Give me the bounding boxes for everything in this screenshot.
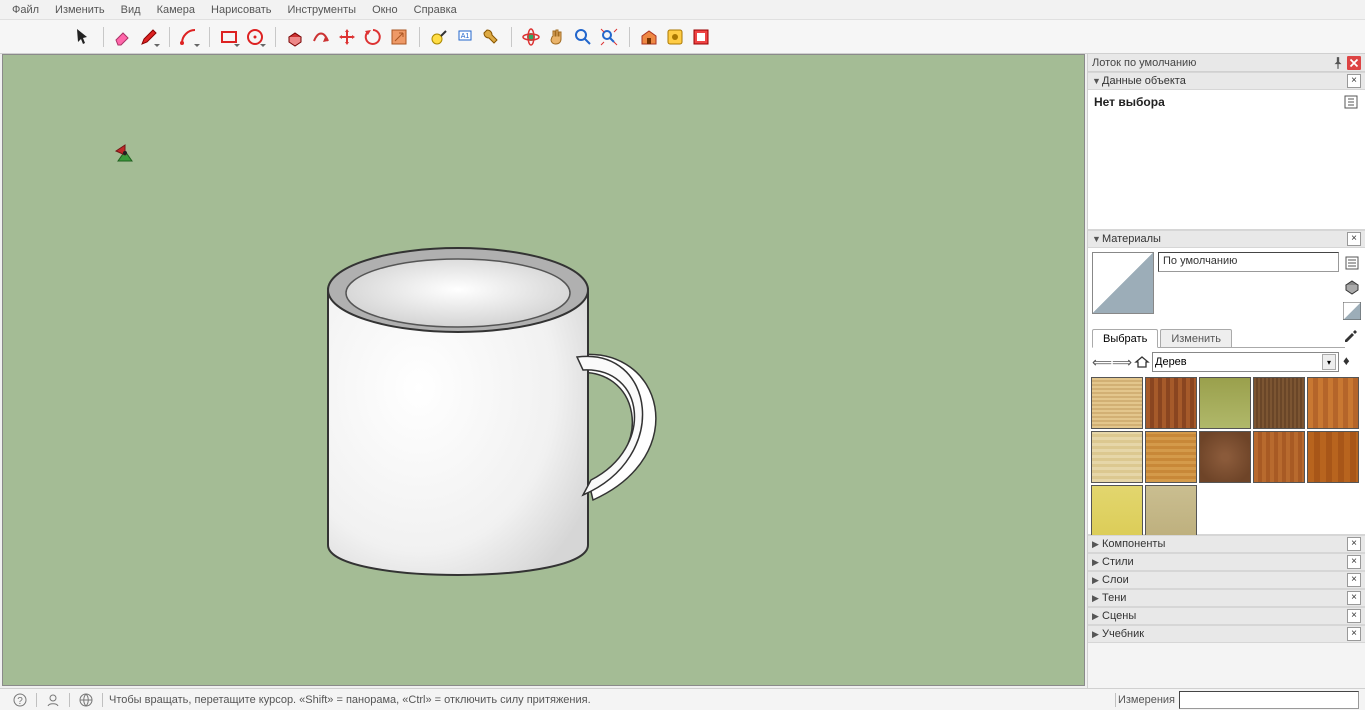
panel-close-icon[interactable]: × (1347, 573, 1361, 587)
menu-Камера[interactable]: Камера (149, 2, 203, 18)
panel-close-icon[interactable]: × (1347, 537, 1361, 551)
materials-tab-edit[interactable]: Изменить (1160, 329, 1232, 348)
pan-tool[interactable] (545, 25, 569, 49)
svg-text:A1: A1 (461, 33, 470, 40)
material-current-swatch[interactable] (1092, 252, 1154, 314)
extensions-tool[interactable] (663, 25, 687, 49)
material-thumb-3[interactable] (1199, 377, 1251, 429)
scale-tool[interactable] (387, 25, 411, 49)
orbit-tool[interactable] (519, 25, 543, 49)
materials-details-icon[interactable]: ♦ (1343, 353, 1361, 371)
materials-home-icon[interactable] (1132, 352, 1152, 372)
zoom-tool[interactable] (571, 25, 595, 49)
panel-close-icon[interactable]: × (1347, 232, 1361, 246)
menu-Файл[interactable]: Файл (4, 2, 47, 18)
panel-close-icon[interactable]: × (1347, 74, 1361, 88)
rotate-tool[interactable] (361, 25, 385, 49)
layout-tool[interactable] (689, 25, 713, 49)
status-hint-text: Чтобы вращать, перетащите курсор. «Shift… (109, 694, 591, 706)
combo-arrow-icon[interactable]: ▾ (1322, 354, 1336, 370)
material-thumb-10[interactable] (1307, 431, 1359, 483)
tray-pin-icon[interactable] (1331, 56, 1345, 70)
panel-Сцены-header[interactable]: ▶Сцены× (1088, 607, 1365, 625)
panel-Учебник-header[interactable]: ▶Учебник× (1088, 625, 1365, 643)
material-thumb-8[interactable] (1199, 431, 1251, 483)
panel-materials-body: По умолчанию Выбрать Изменить ⟸ ⟹ Дерев … (1088, 248, 1365, 535)
rectangle-tool[interactable] (217, 25, 241, 49)
paint-tool[interactable] (479, 25, 503, 49)
collapsed-panels: ▶Компоненты×▶Стили×▶Слои×▶Тени×▶Сцены×▶У… (1088, 535, 1365, 643)
text-tool[interactable]: A1 (453, 25, 477, 49)
menu-Нарисовать[interactable]: Нарисовать (203, 2, 279, 18)
panel-Тени-header[interactable]: ▶Тени× (1088, 589, 1365, 607)
pushpull-tool[interactable] (283, 25, 307, 49)
sidebar-tray: Лоток по умолчанию ▼ Данные объекта × Не… (1087, 54, 1365, 688)
panel-entity-info-header[interactable]: ▼ Данные объекта × (1088, 72, 1365, 90)
panel-Слои-header[interactable]: ▶Слои× (1088, 571, 1365, 589)
material-thumb-4[interactable] (1253, 377, 1305, 429)
materials-forward-icon[interactable]: ⟹ (1112, 352, 1132, 372)
panel-close-icon[interactable]: × (1347, 591, 1361, 605)
material-display-toggle-icon[interactable] (1343, 254, 1361, 272)
axis-gizmo (113, 141, 137, 168)
panel-materials-header[interactable]: ▼ Материалы × (1088, 230, 1365, 248)
entity-toggle-icon[interactable] (1343, 94, 1359, 110)
status-geo-icon[interactable] (78, 692, 94, 708)
eyedropper-icon[interactable] (1343, 328, 1361, 346)
materials-thumbnail-grid (1088, 374, 1365, 534)
eraser-tool[interactable] (111, 25, 135, 49)
collapse-icon: ▼ (1092, 76, 1102, 86)
panel-close-icon[interactable]: × (1347, 555, 1361, 569)
measurements-field[interactable] (1179, 691, 1359, 709)
menu-Справка[interactable]: Справка (406, 2, 465, 18)
materials-library-combo[interactable]: Дерев ▾ (1152, 352, 1339, 372)
toolbar: A1 (0, 20, 1365, 54)
svg-text:?: ? (17, 696, 23, 707)
material-thumb-1[interactable] (1091, 377, 1143, 429)
followme-tool[interactable] (309, 25, 333, 49)
materials-tab-select[interactable]: Выбрать (1092, 329, 1158, 348)
menu-Вид[interactable]: Вид (113, 2, 149, 18)
menu-Инструменты[interactable]: Инструменты (279, 2, 364, 18)
zoom-extents-tool[interactable] (597, 25, 621, 49)
material-default-icon[interactable] (1343, 302, 1361, 320)
material-thumb-6[interactable] (1091, 431, 1143, 483)
status-bar: ? Чтобы вращать, перетащите курсор. «Shi… (0, 688, 1365, 710)
warehouse-tool[interactable] (637, 25, 661, 49)
circle-tool[interactable] (243, 25, 267, 49)
viewport[interactable] (2, 54, 1085, 686)
arc-tool[interactable] (177, 25, 201, 49)
move-tool[interactable] (335, 25, 359, 49)
material-thumb-5[interactable] (1307, 377, 1359, 429)
material-thumb-9[interactable] (1253, 431, 1305, 483)
tape-tool[interactable] (427, 25, 451, 49)
measurements-label: Измерения (1118, 694, 1175, 706)
panel-close-icon[interactable]: × (1347, 609, 1361, 623)
collapse-icon: ▼ (1092, 234, 1102, 244)
tray-title-label: Лоток по умолчанию (1092, 57, 1196, 69)
select-tool[interactable] (71, 25, 95, 49)
tray-title-bar: Лоток по умолчанию (1088, 54, 1365, 72)
panel-Компоненты-header[interactable]: ▶Компоненты× (1088, 535, 1365, 553)
panel-Стили-header[interactable]: ▶Стили× (1088, 553, 1365, 571)
mug-model (293, 195, 723, 615)
materials-back-icon[interactable]: ⟸ (1092, 352, 1112, 372)
panel-close-icon[interactable]: × (1347, 627, 1361, 641)
panel-entity-info-body: Нет выбора (1088, 90, 1365, 230)
status-info-icon[interactable]: ? (12, 692, 28, 708)
menubar: ФайлИзменитьВидКамераНарисоватьИнструмен… (0, 0, 1365, 20)
material-thumb-7[interactable] (1145, 431, 1197, 483)
material-name-field[interactable]: По умолчанию (1158, 252, 1339, 272)
material-thumb-2[interactable] (1145, 377, 1197, 429)
menu-Изменить[interactable]: Изменить (47, 2, 113, 18)
tray-close-icon[interactable] (1347, 56, 1361, 70)
status-user-icon[interactable] (45, 692, 61, 708)
pencil-tool[interactable] (137, 25, 161, 49)
material-thumb-11[interactable] (1091, 485, 1143, 537)
menu-Окно[interactable]: Окно (364, 2, 406, 18)
material-thumb-12[interactable] (1145, 485, 1197, 537)
entity-no-selection-label: Нет выбора (1094, 95, 1165, 109)
material-create-icon[interactable] (1343, 278, 1361, 296)
